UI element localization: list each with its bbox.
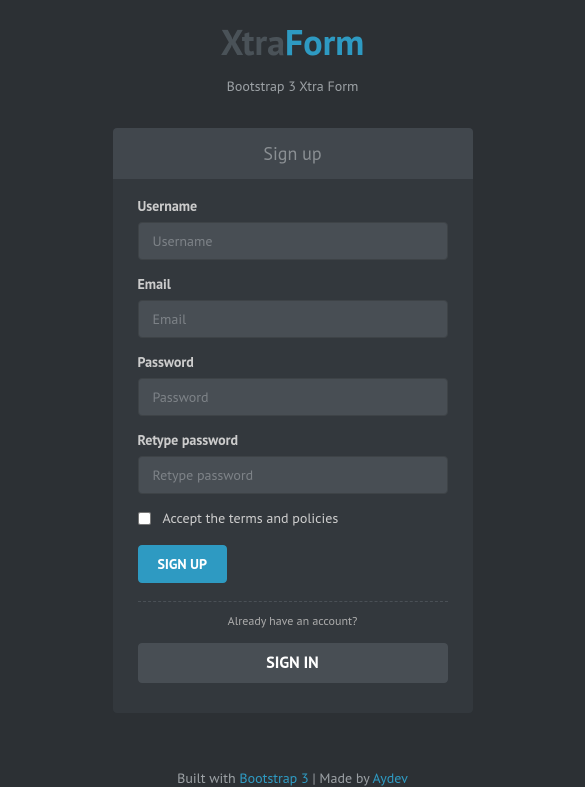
tagline: Bootstrap 3 Xtra Form	[0, 77, 585, 95]
footer-separator: |	[309, 769, 320, 787]
already-have-account-text: Already have an account?	[138, 614, 448, 629]
retype-password-label: Retype password	[138, 431, 448, 449]
signin-button[interactable]: Sign in	[138, 643, 448, 683]
terms-checkbox[interactable]	[138, 512, 151, 525]
password-label: Password	[138, 353, 448, 371]
brand-part2: Form	[285, 18, 364, 65]
brand-logo: XtraForm	[0, 18, 585, 65]
author-link[interactable]: Aydev	[373, 769, 408, 787]
signup-panel: Sign up Username Email Password Retype p…	[113, 128, 473, 713]
footer: Built with Bootstrap 3 | Made by Aydev	[0, 769, 585, 787]
footer-built-with: Built with	[177, 769, 239, 787]
email-input[interactable]	[138, 300, 448, 338]
password-input[interactable]	[138, 378, 448, 416]
username-input[interactable]	[138, 222, 448, 260]
signup-button[interactable]: Sign up	[138, 545, 227, 583]
email-label: Email	[138, 275, 448, 293]
brand-part1: Xtra	[221, 18, 285, 65]
retype-password-input[interactable]	[138, 456, 448, 494]
footer-made-by: Made by	[319, 769, 372, 787]
bootstrap-link[interactable]: Bootstrap 3	[239, 769, 308, 787]
terms-label[interactable]: Accept the terms and policies	[163, 509, 339, 527]
panel-title: Sign up	[113, 128, 473, 179]
username-label: Username	[138, 197, 448, 215]
divider	[138, 601, 448, 602]
